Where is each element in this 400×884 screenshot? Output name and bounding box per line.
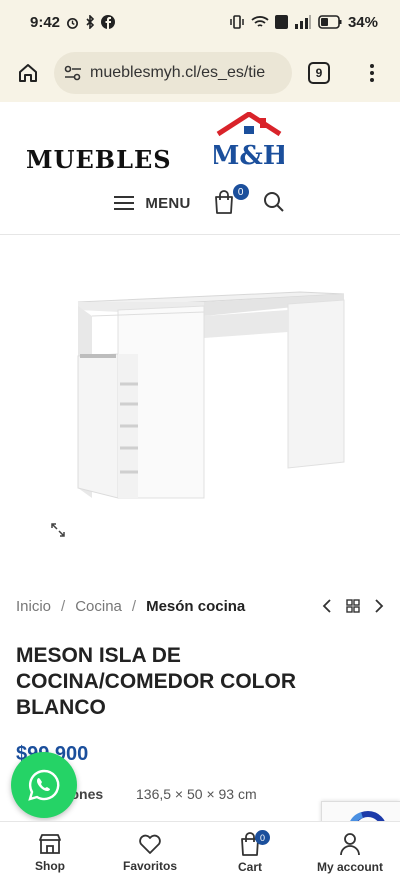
breadcrumb-current: Mesón cocina (146, 597, 246, 615)
dimensions-value: 136,5 × 50 × 93 cm (136, 786, 257, 802)
site-header: MUEBLES M&H MENU 0 (0, 102, 400, 235)
bottom-nav-account[interactable]: My account (300, 822, 400, 884)
bottom-nav-cart[interactable]: 0 Cart (200, 822, 300, 884)
header-cart-button[interactable]: 0 (213, 184, 249, 216)
status-bar: 9:42 34% (0, 0, 400, 44)
bottom-nav-label: My account (316, 860, 383, 874)
whatsapp-button[interactable] (11, 752, 77, 818)
search-icon (263, 192, 284, 212)
site-settings-icon[interactable] (64, 65, 82, 81)
search-button[interactable] (263, 191, 287, 215)
product-navigation (322, 599, 384, 613)
address-bar[interactable]: mueblesmyh.cl/es_es/tie (54, 52, 292, 94)
bottom-nav-label: Shop (35, 859, 65, 873)
bottom-nav-label: Favoritos (122, 859, 177, 873)
chevron-left-icon[interactable] (322, 599, 332, 613)
whatsapp-icon (28, 769, 60, 801)
tab-switcher-button[interactable]: 9 (308, 62, 330, 84)
breadcrumb: Inicio / Cocina / Mesón cocina (16, 596, 384, 616)
status-right: 34% (229, 14, 378, 31)
bluetooth-icon (85, 15, 95, 29)
product-photo (77, 291, 345, 499)
cart-count-badge: 0 (232, 184, 249, 200)
grid-icon[interactable] (346, 599, 360, 613)
alarm-icon (66, 16, 79, 29)
heart-icon (139, 834, 161, 854)
home-icon (19, 64, 37, 82)
product-title: MESON ISLA DE COCINA/COMEDOR COLOR BLANC… (16, 644, 296, 719)
product-image[interactable] (0, 236, 400, 566)
breadcrumb-separator: / (61, 597, 66, 615)
bottom-nav-shop[interactable]: Shop (0, 822, 100, 884)
home-button[interactable] (12, 57, 44, 89)
logo-mark-text: M&H (214, 141, 284, 170)
menu-button[interactable]: MENU (113, 195, 190, 212)
shopping-bag-icon (214, 190, 233, 214)
expand-icon[interactable] (50, 522, 66, 538)
facebook-icon (101, 15, 116, 29)
battery-icon (318, 15, 342, 29)
signal-icon (294, 15, 312, 29)
hamburger-icon (114, 196, 135, 210)
cart-count-badge: 0 (255, 830, 270, 845)
logo-text: MUEBLES (26, 145, 172, 174)
more-options-icon[interactable] (368, 64, 376, 82)
bottom-nav-label: Cart (237, 860, 262, 874)
shop-icon (39, 834, 61, 854)
status-time: 9:42 (30, 13, 61, 31)
header-nav: MENU 0 (0, 184, 400, 220)
menu-label: MENU (145, 194, 191, 212)
bottom-navigation: Shop Favoritos 0 Cart My account (0, 821, 400, 884)
url-text: mueblesmyh.cl/es_es/tie (90, 64, 266, 81)
breadcrumb-link-inicio[interactable]: Inicio (16, 598, 51, 615)
breadcrumb-link-cocina[interactable]: Cocina (75, 598, 122, 615)
browser-toolbar: mueblesmyh.cl/es_es/tie 9 (0, 44, 400, 102)
vibrate-icon (229, 15, 245, 29)
chevron-right-icon[interactable] (374, 599, 384, 613)
status-left: 9:42 (30, 13, 116, 31)
battery-percent: 34% (347, 13, 378, 31)
breadcrumb-separator: / (131, 597, 137, 615)
volte-icon (274, 15, 288, 29)
bottom-nav-favoritos[interactable]: Favoritos (100, 822, 200, 884)
logo-house-mark: M&H (214, 112, 284, 170)
user-icon (340, 833, 360, 856)
wifi-icon (251, 15, 269, 29)
site-logo[interactable]: MUEBLES M&H (26, 112, 286, 174)
